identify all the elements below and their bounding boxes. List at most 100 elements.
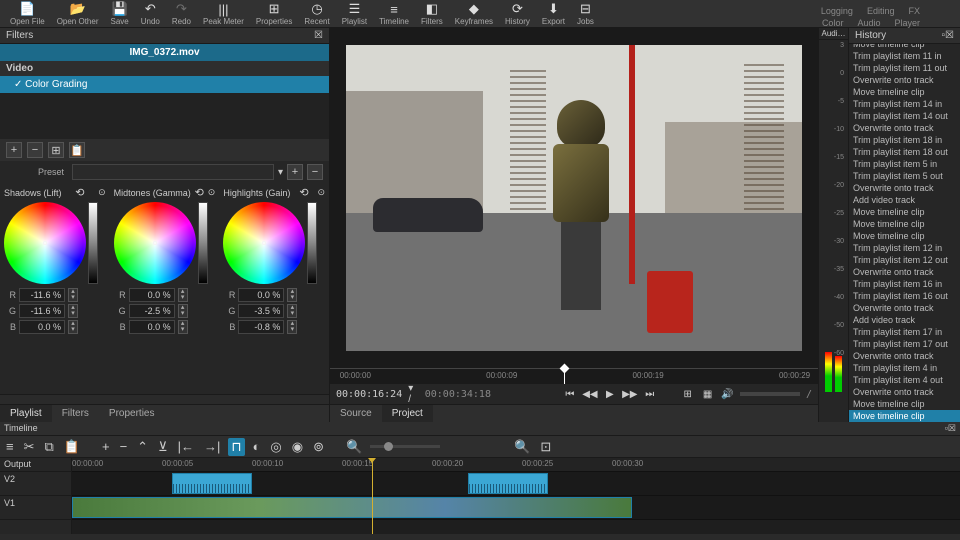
tl-zoom-out-button[interactable]: 🔍 bbox=[344, 439, 364, 455]
history-item[interactable]: Trim playlist item 14 out bbox=[849, 110, 960, 122]
export-button[interactable]: ⬇Export bbox=[536, 2, 571, 25]
color-wheel[interactable] bbox=[114, 202, 196, 284]
video-preview[interactable] bbox=[346, 45, 802, 351]
properties-button[interactable]: ⊞Properties bbox=[250, 2, 298, 25]
spinner[interactable]: ▴▾ bbox=[68, 304, 78, 318]
tl-split2-button[interactable]: →| bbox=[202, 439, 222, 454]
tl-paste-button[interactable]: 📋 bbox=[62, 439, 82, 455]
history-item[interactable]: Move timeline clip bbox=[849, 218, 960, 230]
tl-lift-button[interactable]: ⌃ bbox=[135, 439, 150, 455]
playhead[interactable] bbox=[564, 369, 565, 384]
clip-v2-1[interactable] bbox=[172, 473, 252, 494]
spinner[interactable]: ▴▾ bbox=[68, 320, 78, 334]
history-item[interactable]: Overwrite onto track bbox=[849, 122, 960, 134]
timeline-menu-icon[interactable]: ▫☒ bbox=[945, 423, 956, 434]
prev-frame-button[interactable]: ◀◀ bbox=[583, 387, 597, 401]
tracks-area[interactable]: 00:00:0000:00:0500:00:1000:00:1500:00:20… bbox=[72, 458, 960, 534]
history-item[interactable]: Trim playlist item 4 in bbox=[849, 362, 960, 374]
tab-color[interactable]: Color bbox=[822, 18, 844, 28]
skip-end-button[interactable]: ⏭ bbox=[643, 387, 657, 401]
tl-remove-button[interactable]: − bbox=[118, 439, 130, 454]
tl-snap-button[interactable]: ⊓ bbox=[228, 438, 244, 456]
timecode-current[interactable]: 00:00:16:24 bbox=[336, 389, 402, 400]
preset-select[interactable] bbox=[72, 164, 274, 180]
g-input[interactable]: -11.6 % bbox=[19, 304, 65, 318]
tl-split-button[interactable]: |← bbox=[176, 439, 196, 454]
filters-button[interactable]: ◧Filters bbox=[415, 2, 449, 25]
play-button[interactable]: ▶ bbox=[603, 387, 617, 401]
remove-filter-button[interactable]: − bbox=[27, 142, 43, 158]
keyframes-button[interactable]: ◆Keyframes bbox=[449, 2, 499, 25]
tl-overwrite-button[interactable]: ⊻ bbox=[156, 439, 170, 455]
color-wheel[interactable] bbox=[223, 202, 305, 284]
close-icon[interactable]: ☒ bbox=[314, 30, 323, 41]
keyframe-icon[interactable]: ⊙ bbox=[317, 187, 325, 198]
g-input[interactable]: -2.5 % bbox=[129, 304, 175, 318]
tab-project[interactable]: Project bbox=[382, 405, 433, 422]
history-item[interactable]: Trim playlist item 17 in bbox=[849, 326, 960, 338]
history-item[interactable]: Overwrite onto track bbox=[849, 302, 960, 314]
b-input[interactable]: 0.0 % bbox=[129, 320, 175, 334]
tl-copy-button[interactable]: ⧉ bbox=[43, 439, 56, 455]
history-item[interactable]: Trim playlist item 16 out bbox=[849, 290, 960, 302]
tl-zoom-in-button[interactable]: 🔍 bbox=[512, 439, 532, 455]
history-item[interactable]: Trim playlist item 17 out bbox=[849, 338, 960, 350]
tl-zoom-fit-button[interactable]: ⊡ bbox=[538, 439, 553, 455]
tab-editing[interactable]: Editing bbox=[867, 6, 895, 16]
track-v2[interactable] bbox=[72, 472, 960, 496]
history-item[interactable]: Overwrite onto track bbox=[849, 266, 960, 278]
recent-button[interactable]: ◷Recent bbox=[298, 2, 335, 25]
spinner[interactable]: ▴▾ bbox=[68, 288, 78, 302]
tab-properties[interactable]: Properties bbox=[99, 405, 165, 422]
tab-audio[interactable]: Audio bbox=[857, 18, 880, 28]
color-wheel[interactable] bbox=[4, 202, 86, 284]
history-item[interactable]: Overwrite onto track bbox=[849, 350, 960, 362]
tab-filters[interactable]: Filters bbox=[52, 405, 99, 422]
r-input[interactable]: -11.6 % bbox=[19, 288, 65, 302]
paste-filter-button[interactable]: 📋 bbox=[69, 142, 85, 158]
history-item[interactable]: Trim playlist item 12 out bbox=[849, 254, 960, 266]
history-item[interactable]: Overwrite onto track bbox=[849, 74, 960, 86]
filters-hscroll[interactable] bbox=[0, 394, 329, 404]
history-item[interactable]: Add video track bbox=[849, 194, 960, 206]
tl-cut-button[interactable]: ✂ bbox=[22, 439, 37, 455]
lift-slider[interactable] bbox=[198, 202, 208, 284]
keyframe-icon[interactable]: ⊙ bbox=[98, 187, 106, 198]
history-item[interactable]: Trim playlist item 16 in bbox=[849, 278, 960, 290]
history-menu-icon[interactable]: ▫☒ bbox=[941, 30, 954, 41]
open-file-button[interactable]: 📄Open File bbox=[4, 2, 51, 25]
history-item[interactable]: Trim playlist item 18 in bbox=[849, 134, 960, 146]
b-input[interactable]: -0.8 % bbox=[238, 320, 284, 334]
history-item[interactable]: Move timeline clip bbox=[849, 86, 960, 98]
zoom-fit-button[interactable]: ⊞ bbox=[681, 387, 695, 401]
open-other-button[interactable]: 📂Open Other bbox=[51, 2, 105, 25]
tl-append-button[interactable]: + bbox=[100, 439, 112, 454]
history-item[interactable]: Move timeline clip bbox=[849, 230, 960, 242]
preset-dropdown-icon[interactable]: ▾ bbox=[278, 167, 283, 178]
tab-playlist[interactable]: Playlist bbox=[0, 405, 52, 422]
tl-scrub-button[interactable]: ◐ bbox=[251, 439, 263, 454]
tab-logging[interactable]: Logging bbox=[821, 6, 853, 16]
history-item[interactable]: Trim playlist item 4 out bbox=[849, 374, 960, 386]
playlist-button[interactable]: ☰Playlist bbox=[336, 2, 373, 25]
jobs-button[interactable]: ⊟Jobs bbox=[571, 2, 600, 25]
track-v1[interactable] bbox=[72, 496, 960, 520]
keyframe-icon[interactable]: ⊙ bbox=[208, 187, 216, 198]
add-filter-button[interactable]: + bbox=[6, 142, 22, 158]
preset-save-button[interactable]: + bbox=[287, 164, 303, 180]
history-item[interactable]: Overwrite onto track bbox=[849, 182, 960, 194]
tab-source[interactable]: Source bbox=[330, 405, 382, 422]
history-button[interactable]: ⟳History bbox=[499, 2, 536, 25]
save-button[interactable]: 💾Save bbox=[105, 2, 135, 25]
timeline-playhead[interactable] bbox=[372, 458, 373, 534]
volume-button[interactable]: 🔊 bbox=[721, 387, 735, 401]
lift-slider[interactable] bbox=[88, 202, 98, 284]
history-item[interactable]: Trim playlist item 5 in bbox=[849, 158, 960, 170]
spinner[interactable]: ▴▾ bbox=[287, 288, 297, 302]
spinner[interactable]: ▴▾ bbox=[178, 304, 188, 318]
lift-slider[interactable] bbox=[307, 202, 317, 284]
track-v1-header[interactable]: V1 bbox=[0, 496, 71, 520]
tl-menu-button[interactable]: ≡ bbox=[4, 439, 16, 454]
spinner[interactable]: ▴▾ bbox=[287, 304, 297, 318]
r-input[interactable]: 0.0 % bbox=[129, 288, 175, 302]
